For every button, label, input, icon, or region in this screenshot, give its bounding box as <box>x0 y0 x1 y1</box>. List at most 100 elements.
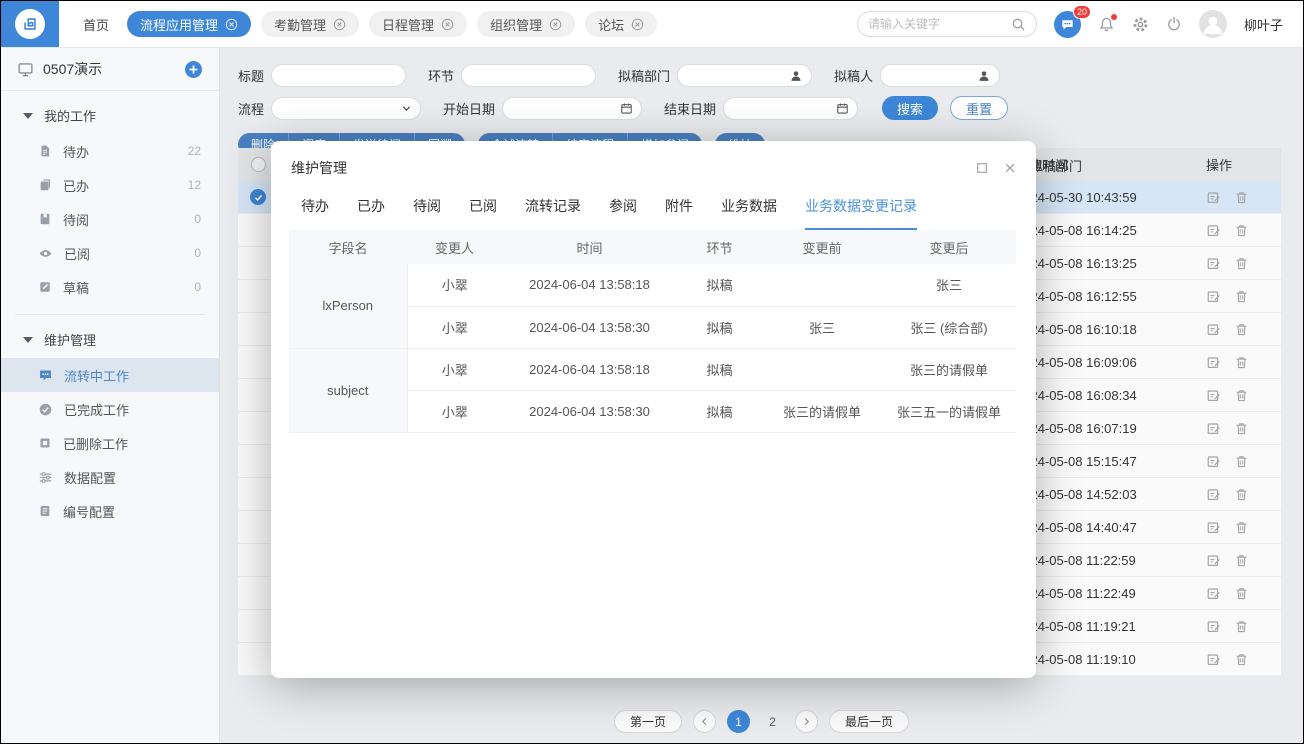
edit-icon[interactable] <box>1206 223 1221 238</box>
changer-cell: 小翠 <box>407 264 502 306</box>
app-logo[interactable] <box>1 1 59 47</box>
dialog-tab-待办[interactable]: 待办 <box>301 196 329 230</box>
global-search[interactable] <box>857 11 1037 37</box>
trash-icon[interactable] <box>1234 388 1249 403</box>
message-icon[interactable]: 20 <box>1054 11 1081 38</box>
global-search-input[interactable] <box>868 17 1005 31</box>
sidebar-item-待办[interactable]: 待办22 <box>1 134 219 168</box>
gear-icon[interactable] <box>1132 16 1149 33</box>
tab-close-icon[interactable] <box>225 18 238 31</box>
trash-icon[interactable] <box>1234 454 1249 469</box>
edit-icon[interactable] <box>1206 421 1221 436</box>
edit-icon[interactable] <box>1206 487 1221 502</box>
top-tab-组织管理[interactable]: 组织管理 <box>477 11 575 37</box>
sidebar-item-数据配置[interactable]: 数据配置 <box>1 460 219 494</box>
created-time-cell: 2024-05-08 16:07:19 <box>1016 421 1206 436</box>
trash-icon[interactable] <box>1234 520 1249 535</box>
power-icon[interactable] <box>1166 16 1182 32</box>
top-tab-日程管理[interactable]: 日程管理 <box>369 11 467 37</box>
filter-input-结束日期[interactable] <box>723 97 858 120</box>
edit-icon[interactable] <box>1206 388 1221 403</box>
trash-icon[interactable] <box>1234 619 1249 634</box>
trash-icon[interactable] <box>1234 652 1249 667</box>
next-page-button[interactable] <box>795 710 818 733</box>
edit-icon[interactable] <box>1206 355 1221 370</box>
change-time-cell: 2024-06-04 13:58:18 <box>502 348 677 390</box>
edit-icon[interactable] <box>1206 652 1221 667</box>
filter-input-标题[interactable] <box>271 64 406 87</box>
edit-icon[interactable] <box>1206 454 1221 469</box>
selected-check-icon[interactable] <box>250 189 266 205</box>
select-all-circle[interactable] <box>251 157 266 172</box>
edit-icon[interactable] <box>1206 619 1221 634</box>
close-icon[interactable] <box>1004 162 1016 174</box>
edit-icon[interactable] <box>1206 322 1221 337</box>
trash-icon[interactable] <box>1234 289 1249 304</box>
changer-cell: 小翠 <box>407 348 502 390</box>
trash-icon[interactable] <box>1234 256 1249 271</box>
sidebar-item-已完成工作[interactable]: 已完成工作 <box>1 392 219 426</box>
avatar[interactable] <box>1199 10 1227 38</box>
edit-icon[interactable] <box>1206 586 1221 601</box>
row-operations <box>1206 355 1281 370</box>
top-tab-考勤管理[interactable]: 考勤管理 <box>261 11 359 37</box>
edit-icon[interactable] <box>1206 553 1221 568</box>
edit-icon[interactable] <box>1206 520 1221 535</box>
sidebar-section-我的工作[interactable]: 我的工作 <box>1 91 219 134</box>
top-tab-流程应用管理[interactable]: 流程应用管理 <box>127 11 251 37</box>
dialog-tab-附件[interactable]: 附件 <box>665 196 693 230</box>
edit-icon[interactable] <box>1206 190 1221 205</box>
bell-icon[interactable] <box>1098 16 1115 33</box>
sidebar-item-流转中工作[interactable]: 流转中工作 <box>1 358 219 392</box>
edit-icon[interactable] <box>1206 256 1221 271</box>
tab-close-icon[interactable] <box>631 18 644 31</box>
dialog-tab-业务数据[interactable]: 业务数据 <box>721 196 777 230</box>
sidebar-item-编号配置[interactable]: 编号配置 <box>1 494 219 528</box>
sidebar-item-已删除工作[interactable]: 已删除工作 <box>1 426 219 460</box>
tab-close-icon[interactable] <box>549 18 562 31</box>
created-time-cell: 2024-05-08 11:22:59 <box>1016 553 1206 568</box>
dialog-tab-待阅[interactable]: 待阅 <box>413 196 441 230</box>
first-page-button[interactable]: 第一页 <box>614 710 682 733</box>
page-number-1[interactable]: 1 <box>727 710 750 733</box>
filter-input-流程[interactable] <box>271 97 421 120</box>
trash-icon[interactable] <box>1234 586 1249 601</box>
search-icon[interactable] <box>1011 17 1026 32</box>
sidebar-section-维护管理[interactable]: 维护管理 <box>1 315 219 358</box>
filter-input-拟稿部门[interactable] <box>677 64 812 87</box>
filter-input-拟稿人[interactable] <box>880 64 1000 87</box>
sidebar-item-已阅[interactable]: 已阅0 <box>1 236 219 270</box>
sidebar-item-草稿[interactable]: 草稿0 <box>1 270 219 304</box>
trash-icon[interactable] <box>1234 355 1249 370</box>
trash-icon[interactable] <box>1234 421 1249 436</box>
trash-icon[interactable] <box>1234 322 1249 337</box>
tab-close-icon[interactable] <box>333 18 346 31</box>
maximize-icon[interactable] <box>976 162 988 174</box>
dialog-tab-业务数据变更记录[interactable]: 业务数据变更记录 <box>805 196 917 230</box>
plus-circle-icon[interactable] <box>184 60 203 79</box>
prev-page-button[interactable] <box>693 710 716 733</box>
filter-input-环节[interactable] <box>461 64 596 87</box>
sidebar-item-已办[interactable]: 已办12 <box>1 168 219 202</box>
sidebar-item-待阅[interactable]: 待阅0 <box>1 202 219 236</box>
page-number-2[interactable]: 2 <box>761 710 784 733</box>
dialog-tab-流转记录[interactable]: 流转记录 <box>525 196 581 230</box>
change-table-header: 变更人 <box>407 230 502 264</box>
edit-icon[interactable] <box>1206 289 1221 304</box>
filter-input-开始日期[interactable] <box>502 97 642 120</box>
dialog-tab-参阅[interactable]: 参阅 <box>609 196 637 230</box>
check-circle-icon <box>38 402 53 417</box>
search-button[interactable]: 搜索 <box>882 96 938 120</box>
dialog-tab-已阅[interactable]: 已阅 <box>469 196 497 230</box>
top-tab-首页[interactable]: 首页 <box>75 11 117 37</box>
reset-button[interactable]: 重置 <box>950 96 1008 120</box>
tab-close-icon[interactable] <box>441 18 454 31</box>
trash-icon[interactable] <box>1234 190 1249 205</box>
sidebar-item-count: 0 <box>194 246 201 260</box>
last-page-button[interactable]: 最后一页 <box>829 710 909 733</box>
top-tab-论坛[interactable]: 论坛 <box>585 11 657 37</box>
dialog-tab-已办[interactable]: 已办 <box>357 196 385 230</box>
trash-icon[interactable] <box>1234 487 1249 502</box>
trash-icon[interactable] <box>1234 223 1249 238</box>
trash-icon[interactable] <box>1234 553 1249 568</box>
